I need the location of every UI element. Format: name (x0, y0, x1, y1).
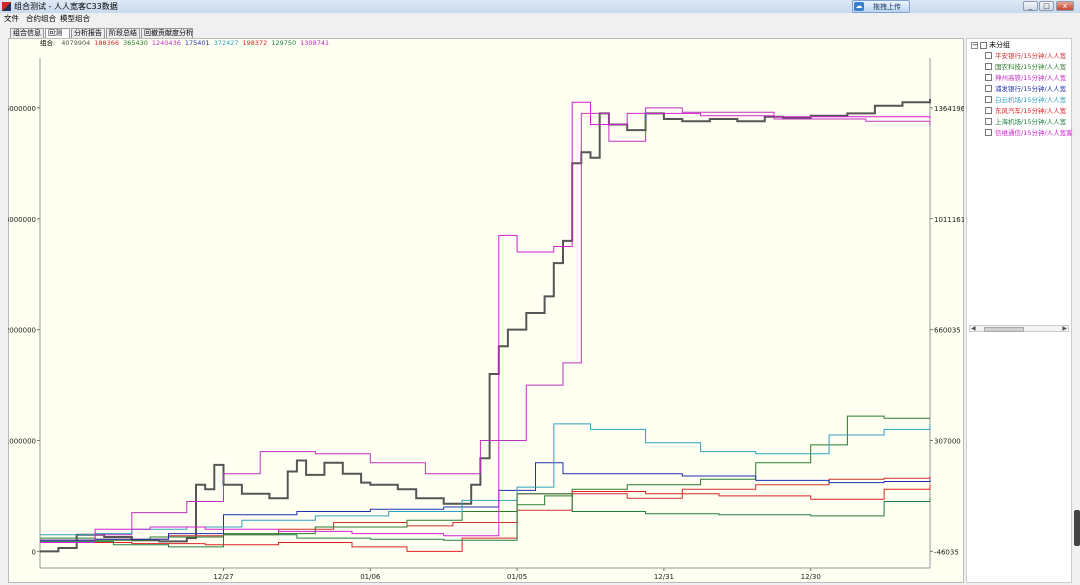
tree-item-label: 信维通信/15分钟/人人宽客 (995, 129, 1073, 137)
left-tick-label: 0 (32, 548, 36, 556)
tree-item-checkbox[interactable] (985, 96, 992, 103)
close-button[interactable]: x (1056, 1, 1074, 11)
tree-item-checkbox[interactable] (985, 107, 992, 114)
title-bar: 组合测试 - 人人宽客C33数据 ☁ 拖拽上传 _ □ x (0, 0, 1080, 14)
x-tick-label: 01/05 (507, 573, 527, 581)
series-line (40, 101, 931, 543)
x-tick-label: 12/31 (654, 573, 674, 581)
tree-item-checkbox[interactable] (985, 63, 992, 70)
right-tick-label: 307000 (934, 438, 961, 446)
app-icon (2, 2, 11, 11)
maximize-button[interactable]: □ (1039, 1, 1054, 11)
left-tick-label: 1000000 (8, 438, 36, 446)
tab-analysis-report[interactable]: 分析报告 (71, 28, 105, 38)
scroll-left-icon[interactable]: ◀ (971, 325, 976, 332)
right-tick-label: 1364196 (934, 105, 964, 113)
menu-bar: 文件 合约组合 模型组合 (0, 13, 1080, 24)
menu-contract-portfolio[interactable]: 合约组合 (26, 13, 56, 24)
tree-item-checkbox[interactable] (985, 118, 992, 125)
equity-chart: 4000000 3000000 2000000 1000000 0 1364196 1011… (8, 58, 964, 581)
window-title: 组合测试 - 人人宽客C33数据 (14, 2, 118, 11)
tree-item-label: 平安银行/15分钟/人人宽 (995, 52, 1067, 60)
x-tick-label: 12/27 (213, 573, 233, 581)
root-checkbox[interactable] (980, 42, 987, 49)
series-line (40, 415, 930, 541)
right-tick-label: -46035 (934, 548, 959, 556)
tree-item-checkbox[interactable] (985, 52, 992, 59)
minimize-button[interactable]: _ (1023, 1, 1038, 11)
tree-item-checkbox[interactable] (985, 85, 992, 92)
tree-item-label: 神州高铁/15分钟/人人宽 (995, 74, 1067, 82)
right-tick-label: 660035 (934, 327, 961, 335)
tree-root-label: 未分组 (989, 41, 1010, 49)
tab-portfolio-info[interactable]: 组合信息 (10, 28, 44, 38)
tree-item-label: 上海机场/15分钟/人人宽 (995, 118, 1067, 126)
upload-button[interactable]: ☁ 拖拽上传 (852, 0, 910, 13)
tab-drawdown-contribution[interactable]: 回撤贡献度分析 (141, 28, 193, 38)
series-line (40, 476, 931, 541)
x-tick-label: 12/30 (801, 573, 821, 581)
cloud-icon: ☁ (854, 2, 864, 11)
left-tick-label: 2000000 (8, 327, 36, 335)
right-tick-label: 1011161 (934, 216, 964, 224)
tab-backtest[interactable]: 回测 (45, 28, 70, 38)
scroll-thumb[interactable] (984, 327, 1024, 332)
tab-stage-summary[interactable]: 阶段总结 (106, 28, 140, 38)
x-tick-label: 01/06 (360, 573, 381, 581)
tree-item-label: 国农科技/15分钟/人人宽 (995, 63, 1067, 71)
tree-item-checkbox[interactable] (985, 129, 992, 136)
tree-horizontal-scrollbar[interactable]: ◀ ▶ (969, 325, 1069, 332)
series-line (40, 462, 931, 541)
series-line (40, 493, 931, 548)
collapse-toggle[interactable]: − (971, 42, 978, 49)
menu-model-portfolio[interactable]: 模型组合 (60, 13, 90, 24)
series-line (40, 99, 931, 553)
left-tick-label: 3000000 (8, 216, 36, 224)
tree-item-checkbox[interactable] (985, 74, 992, 81)
portfolio-tree: − 未分组 平安银行/15分钟/人人宽 国农科技/15分钟/人人宽 神州高铁/15分… (966, 38, 1073, 583)
menu-file[interactable]: 文件 (4, 13, 19, 24)
tree-item-label: 东风汽车/15分钟/人人宽 (995, 107, 1067, 115)
left-tick-label: 4000000 (8, 105, 36, 113)
series-line (40, 107, 931, 541)
upload-label: 拖拽上传 (873, 3, 901, 11)
tree-item-label: 白云机场/15分钟/人人宽 (995, 96, 1067, 104)
tree-item-label: 浦发银行/15分钟/人人宽 (995, 85, 1067, 93)
side-handle[interactable] (1074, 510, 1080, 546)
scroll-right-icon[interactable]: ▶ (1062, 325, 1067, 332)
